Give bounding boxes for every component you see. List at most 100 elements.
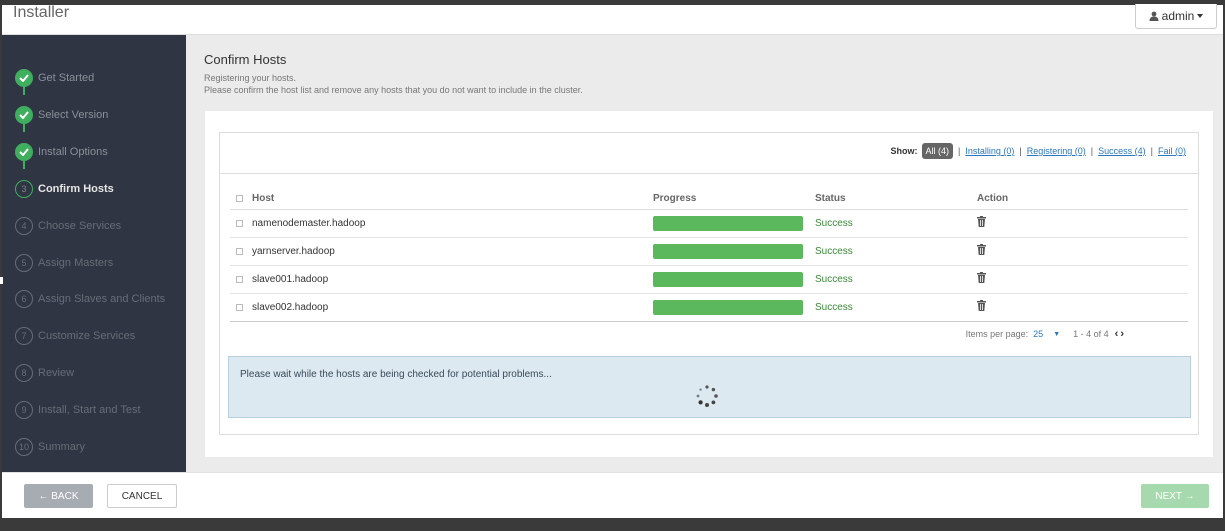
- wizard-step[interactable]: Install Options: [15, 142, 108, 162]
- progress-bar: [653, 272, 803, 287]
- status-link[interactable]: Success: [815, 302, 853, 313]
- user-icon: [1149, 11, 1159, 21]
- trash-icon[interactable]: [977, 272, 986, 283]
- wizard-step: 7 Customize Services: [15, 326, 135, 346]
- host-name: slave001.hadoop: [252, 274, 329, 285]
- trash-icon[interactable]: [977, 216, 986, 227]
- items-per-page-label: Items per page:: [965, 329, 1029, 339]
- host-check-alert: Please wait while the hosts are being ch…: [228, 356, 1191, 418]
- host-name: slave002.hadoop: [252, 302, 329, 313]
- status-filters: Show: All (4) | Installing (0) | Registe…: [891, 143, 1186, 159]
- spinner-icon: [696, 385, 718, 407]
- filter-installing[interactable]: Installing (0): [965, 146, 1014, 156]
- pagination: Items per page: 25 ▼ 1 - 4 of 4 ‹ ›: [966, 328, 1124, 340]
- app-title: Installer: [13, 4, 70, 21]
- filter-registering[interactable]: Registering (0): [1027, 146, 1086, 156]
- top-bar: Installer admin: [2, 4, 1223, 35]
- step-label: Get Started: [38, 72, 95, 84]
- window-edge-marker: [0, 277, 3, 284]
- next-button[interactable]: NEXT →: [1141, 484, 1209, 508]
- step-label: Install Options: [38, 146, 108, 158]
- table-row: slave002.hadoop Success: [230, 294, 1188, 322]
- back-button[interactable]: ← BACK: [24, 484, 93, 508]
- progress-bar: [653, 300, 803, 315]
- hosts-card: Show: All (4) | Installing (0) | Registe…: [205, 111, 1213, 457]
- page-title: Confirm Hosts: [204, 52, 287, 67]
- status-link[interactable]: Success: [815, 218, 853, 229]
- step-number: 10: [15, 438, 33, 456]
- row-checkbox[interactable]: [236, 276, 243, 283]
- step-label: Assign Masters: [38, 257, 114, 269]
- cancel-button[interactable]: CANCEL: [107, 484, 177, 508]
- step-label: Select Version: [38, 109, 109, 121]
- table-row: yarnserver.hadoop Success: [230, 238, 1188, 266]
- host-name: namenodemaster.hadoop: [252, 218, 366, 229]
- filter-all[interactable]: All (4): [921, 143, 954, 159]
- header-host: Host: [252, 193, 275, 204]
- check-icon: [15, 69, 33, 87]
- trash-icon[interactable]: [977, 244, 986, 255]
- step-label: Confirm Hosts: [38, 183, 114, 195]
- hosts-panel: Show: All (4) | Installing (0) | Registe…: [219, 132, 1199, 435]
- step-number: 9: [15, 401, 33, 419]
- caret-down-icon: [1197, 14, 1204, 18]
- step-label: Install, Start and Test: [38, 404, 141, 416]
- check-icon: [15, 106, 33, 124]
- table-row: slave001.hadoop Success: [230, 266, 1188, 294]
- step-number: 8: [15, 364, 33, 382]
- row-checkbox[interactable]: [236, 220, 243, 227]
- table-header: Host Progress Status Action: [230, 190, 1188, 210]
- wizard-step: 8 Review: [15, 363, 74, 383]
- page-subtitle: Registering your hosts.: [204, 73, 297, 83]
- filter-success[interactable]: Success (4): [1098, 146, 1146, 156]
- progress-fill: [653, 244, 803, 259]
- page-description: Please confirm the host list and remove …: [204, 85, 583, 95]
- wizard-step: 4 Choose Services: [15, 216, 121, 236]
- progress-fill: [653, 216, 803, 231]
- progress-fill: [653, 272, 803, 287]
- row-checkbox[interactable]: [236, 248, 243, 255]
- header-action: Action: [977, 193, 1009, 204]
- step-label: Assign Slaves and Clients: [38, 293, 166, 305]
- items-per-page-select[interactable]: 25: [1033, 329, 1043, 339]
- main-content: Confirm Hosts Registering your hosts. Pl…: [186, 35, 1223, 472]
- header-progress: Progress: [653, 193, 697, 204]
- alert-message: Please wait while the hosts are being ch…: [240, 369, 552, 380]
- status-link[interactable]: Success: [815, 274, 853, 285]
- step-number: 7: [15, 327, 33, 345]
- wizard-sidebar: Get Started Select Version Install Options…: [2, 35, 186, 472]
- wizard-step: 5 Assign Masters: [15, 253, 113, 273]
- wizard-step: 10 Summary: [15, 437, 85, 457]
- filter-bar: Show: All (4) | Installing (0) | Registe…: [220, 133, 1198, 174]
- prev-page-icon[interactable]: ‹: [1115, 328, 1119, 340]
- caret-down-icon[interactable]: ▼: [1053, 331, 1060, 338]
- wizard-step[interactable]: Get Started: [15, 68, 94, 88]
- select-all-checkbox[interactable]: [236, 195, 243, 202]
- check-icon: [15, 143, 33, 161]
- user-menu-button[interactable]: admin: [1135, 4, 1217, 29]
- progress-fill: [653, 300, 803, 315]
- progress-bar: [653, 244, 803, 259]
- step-number: 3: [15, 180, 33, 198]
- next-page-icon[interactable]: ›: [1120, 328, 1124, 340]
- host-name: yarnserver.hadoop: [252, 246, 335, 257]
- wizard-step: 9 Install, Start and Test: [15, 400, 141, 420]
- status-link[interactable]: Success: [815, 246, 853, 257]
- row-checkbox[interactable]: [236, 304, 243, 311]
- wizard-step: 3 Confirm Hosts: [15, 179, 114, 199]
- step-number: 4: [15, 217, 33, 235]
- step-number: 6: [15, 290, 33, 308]
- wizard-step[interactable]: Select Version: [15, 105, 108, 125]
- page-range: 1 - 4 of 4: [1073, 329, 1109, 339]
- progress-bar: [653, 216, 803, 231]
- step-label: Review: [38, 367, 75, 379]
- wizard-footer: ← BACK CANCEL NEXT →: [2, 472, 1223, 518]
- step-label: Summary: [38, 441, 86, 453]
- user-name: admin: [1161, 9, 1195, 23]
- filter-fail[interactable]: Fail (0): [1158, 146, 1186, 156]
- show-label: Show:: [890, 146, 918, 156]
- trash-icon[interactable]: [977, 300, 986, 311]
- table-row: namenodemaster.hadoop Success: [230, 210, 1188, 238]
- step-label: Choose Services: [38, 220, 122, 232]
- step-label: Customize Services: [38, 330, 136, 342]
